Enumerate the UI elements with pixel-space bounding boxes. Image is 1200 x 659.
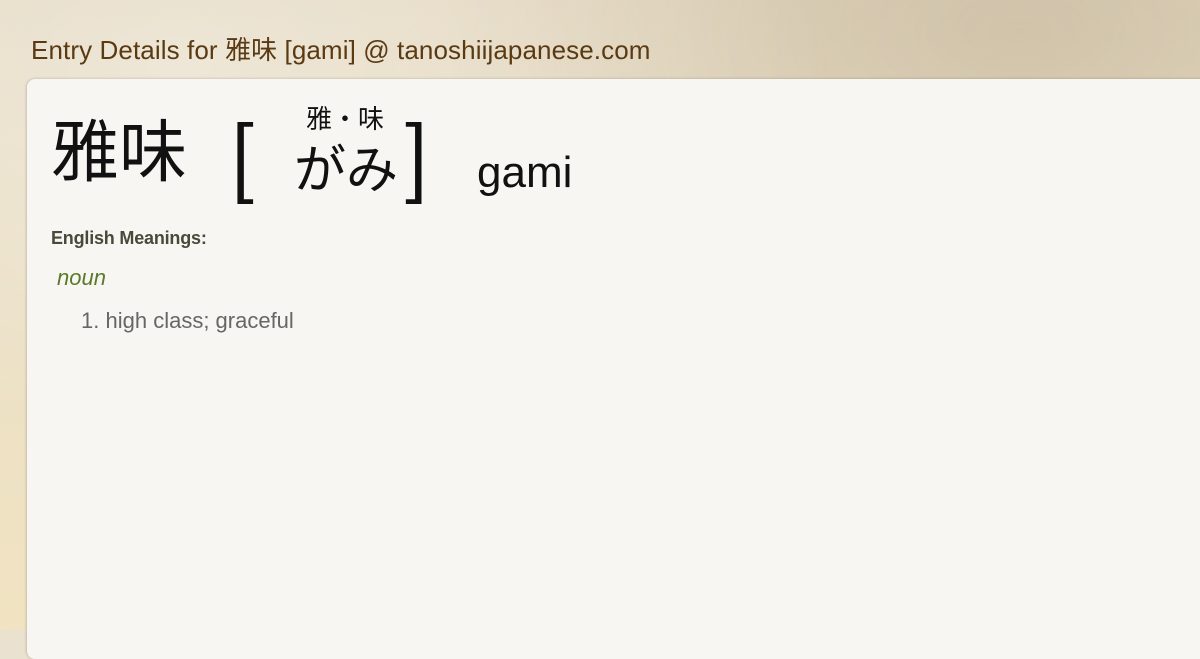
entry-kanji: 雅味 — [51, 114, 188, 193]
reading-bracket-open: [ — [231, 107, 259, 214]
meaning-text: high class; graceful — [105, 308, 294, 333]
entry-card: 雅味 [ 雅・味 がみ ] gami English Meanings: nou… — [27, 79, 1200, 659]
meaning-number: 1. — [81, 308, 100, 333]
furigana-reading: がみ — [294, 141, 399, 201]
meanings-heading: English Meanings: — [51, 228, 207, 248]
meanings-list: 1. high class; graceful — [81, 308, 294, 334]
meaning-item: 1. high class; graceful — [81, 308, 294, 334]
page-title: Entry Details for 雅味 [gami] @ tanoshiija… — [31, 35, 651, 65]
part-of-speech: noun — [57, 265, 106, 290]
reading-bracket-close: ] — [400, 107, 428, 214]
entry-romaji: gami — [477, 148, 573, 197]
furigana-kanji: 雅・味 — [306, 105, 385, 135]
